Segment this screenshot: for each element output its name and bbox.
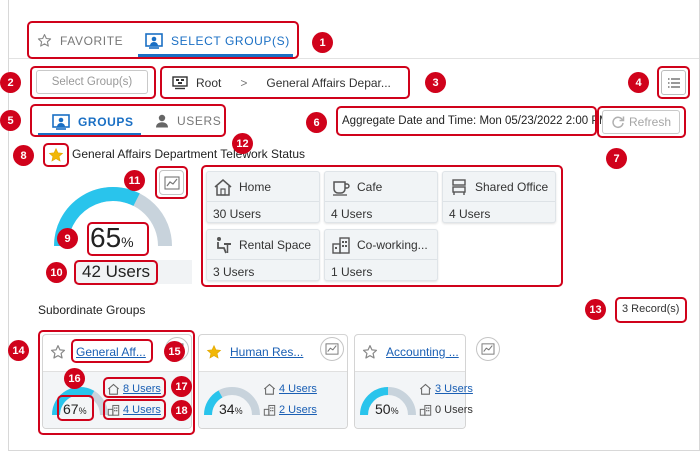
- callout-box-2: [30, 66, 156, 99]
- group-percent: 50%: [375, 401, 399, 417]
- office-building-icon: [419, 404, 432, 416]
- office-users-link[interactable]: 2 Users: [279, 404, 317, 416]
- callout-1: 1: [312, 32, 333, 53]
- callout-17: 17: [171, 376, 192, 397]
- office-users-value: 0 Users: [435, 404, 473, 416]
- callout-12: 12: [232, 133, 253, 154]
- callout-box-15: [71, 339, 153, 363]
- callout-box-6: [336, 106, 597, 136]
- home-users-stat: 3 Users: [419, 383, 473, 395]
- group-trend-button[interactable]: [476, 337, 500, 361]
- home-icon: [263, 383, 276, 395]
- callout-13: 13: [585, 299, 606, 320]
- callout-box-3: [160, 66, 410, 99]
- group-name-link[interactable]: Accounting ...: [386, 345, 459, 359]
- callout-box-16: [57, 395, 94, 421]
- callout-box-7: [597, 106, 686, 138]
- line-chart-icon: [481, 343, 495, 355]
- home-users-link[interactable]: 3 Users: [435, 383, 473, 395]
- group-percent-symbol: %: [234, 406, 243, 416]
- callout-8: 8: [13, 145, 34, 166]
- department-title: General Affairs Department Telework Stat…: [72, 147, 306, 161]
- callout-box-12: [201, 165, 563, 287]
- callout-4: 4: [628, 72, 649, 93]
- callout-box-18: [103, 399, 166, 420]
- callout-6: 6: [306, 112, 327, 133]
- office-users-stat: 0 Users: [419, 404, 473, 416]
- callout-5: 5: [0, 110, 21, 131]
- callout-box-4: [657, 66, 690, 99]
- callout-18: 18: [171, 400, 192, 421]
- group-percent-value: 34: [219, 401, 235, 417]
- line-chart-icon: [325, 343, 339, 355]
- star-filled-icon[interactable]: [206, 344, 222, 363]
- star-outline-icon[interactable]: [362, 344, 378, 363]
- group-trend-button[interactable]: [320, 337, 344, 361]
- callout-16: 16: [64, 368, 85, 389]
- callout-box-11: [155, 166, 188, 199]
- group-card-accounting[interactable]: Accounting ... 50% 3 Users 0 Users: [354, 334, 473, 429]
- office-users-stat: 2 Users: [263, 404, 317, 416]
- home-users-stat: 4 Users: [263, 383, 317, 395]
- subordinate-groups-title: Subordinate Groups: [38, 303, 146, 317]
- callout-11: 11: [124, 170, 145, 191]
- callout-box-8: [43, 143, 69, 167]
- group-percent-value: 50: [375, 401, 391, 417]
- home-users-link[interactable]: 4 Users: [279, 383, 317, 395]
- callout-2: 2: [0, 72, 21, 93]
- office-building-icon: [263, 404, 276, 416]
- callout-14: 14: [8, 340, 29, 361]
- callout-box-17: [103, 377, 166, 398]
- group-percent-symbol: %: [390, 406, 399, 416]
- callout-9: 9: [57, 228, 78, 249]
- callout-box-1: [27, 21, 299, 59]
- callout-box-10: [74, 260, 158, 285]
- callout-3: 3: [425, 72, 446, 93]
- group-percent: 34%: [219, 401, 243, 417]
- callout-15: 15: [164, 341, 185, 362]
- group-name-link[interactable]: Human Res...: [230, 345, 303, 359]
- callout-10: 10: [46, 262, 67, 283]
- callout-box-5: [30, 104, 226, 137]
- callout-7: 7: [606, 148, 627, 169]
- callout-box-13: [615, 297, 687, 323]
- callout-box-9: [87, 222, 149, 256]
- home-icon: [419, 383, 432, 395]
